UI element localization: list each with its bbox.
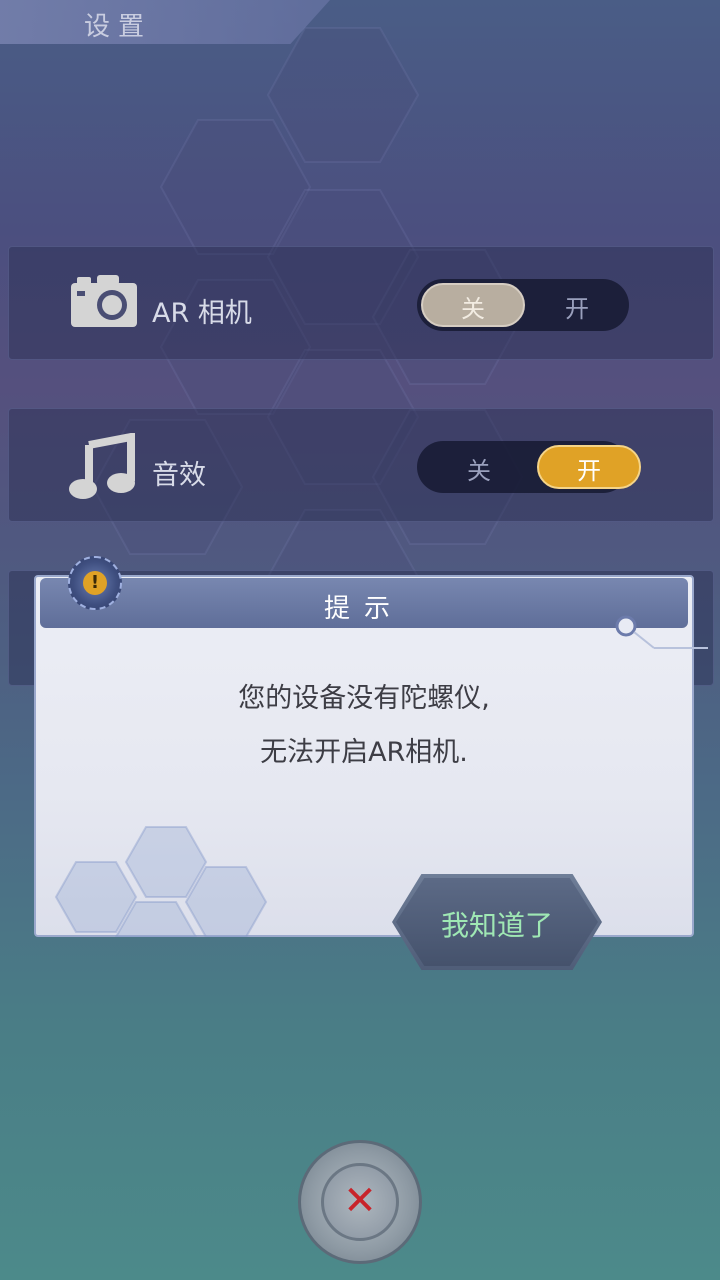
dialog-title: 提示 bbox=[323, 594, 404, 624]
warning-symbol: ! bbox=[83, 571, 107, 595]
setting-row-sound: 音效 关 开 bbox=[8, 408, 714, 522]
close-icon: ✕ bbox=[343, 1178, 377, 1224]
sound-toggle[interactable]: 关 开 bbox=[417, 441, 641, 493]
toggle-on-label: 开 bbox=[565, 295, 589, 323]
setting-label-sound: 音效 bbox=[152, 460, 206, 491]
dialog-message-line1: 您的设备没有陀螺仪, bbox=[238, 683, 490, 714]
dialog-message-line2: 无法开启AR相机. bbox=[260, 737, 468, 768]
page-title: 设置 bbox=[84, 12, 153, 42]
ok-button-label: 我知道了 bbox=[440, 909, 553, 942]
ok-button[interactable]: 我知道了 bbox=[392, 874, 602, 970]
camera-icon bbox=[67, 273, 141, 335]
toggle-off-label: 关 bbox=[467, 457, 491, 485]
close-button[interactable]: ✕ bbox=[298, 1140, 422, 1264]
header-bar bbox=[0, 0, 330, 44]
toggle-off-label: 关 bbox=[461, 295, 485, 323]
toggle-on-label: 开 bbox=[577, 457, 601, 485]
close-button-inner: ✕ bbox=[321, 1163, 399, 1241]
warning-icon: ! bbox=[68, 556, 122, 610]
ar-camera-toggle[interactable]: 关 开 bbox=[417, 279, 629, 331]
dialog-connector-decoration bbox=[615, 615, 708, 649]
dialog-title-bar: 提示 bbox=[40, 578, 688, 628]
setting-row-ar-camera: AR 相机 关 开 bbox=[8, 246, 714, 360]
music-note-icon bbox=[67, 432, 137, 505]
dialog-hex-decoration bbox=[54, 826, 268, 937]
setting-label-ar-camera: AR 相机 bbox=[152, 298, 252, 329]
